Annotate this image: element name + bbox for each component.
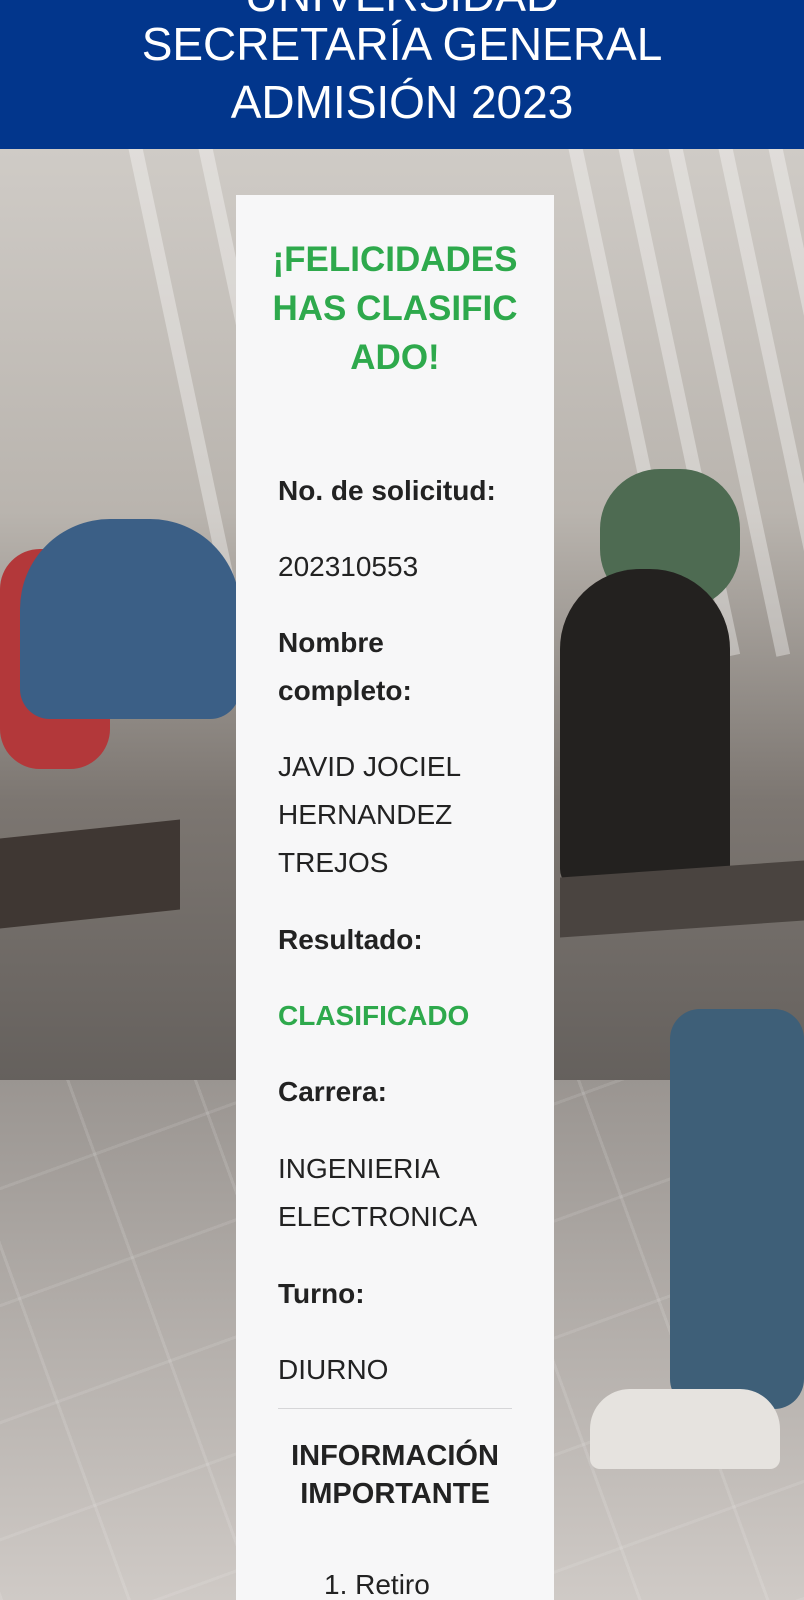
list-item: 1. Retiro <box>324 1569 430 1600</box>
congratulations-heading: ¡FELICIDADES HAS CLASIFICADO! <box>272 240 518 377</box>
nombre-value: JAVID JOCIEL HERNANDEZ TREJOS <box>278 751 461 878</box>
result-card: ¡FELICIDADES HAS CLASIFICADO! No. de sol… <box>236 195 554 1600</box>
carrera-value: INGENIERIA ELECTRONICA <box>278 1153 478 1232</box>
solicitud-label: No. de solicitud: <box>278 475 496 506</box>
resultado-label: Resultado: <box>278 924 423 955</box>
important-info-heading: INFORMACIÓN IMPORTANTE <box>291 1440 499 1510</box>
turno-label: Turno: <box>278 1278 365 1309</box>
nombre-label: Nombre completo: <box>278 627 412 706</box>
resultado-value: CLASIFICADO <box>278 1000 470 1031</box>
solicitud-value: 202310553 <box>278 551 419 582</box>
carrera-label: Carrera: <box>278 1076 387 1107</box>
turno-value: DIURNO <box>278 1354 389 1385</box>
section-divider <box>278 1408 512 1409</box>
header-title-secretaria: SECRETARÍA GENERAL <box>141 18 663 70</box>
important-info-list: 1. Retiro <box>324 1565 430 1600</box>
header-bar: UNIVERSIDAD SECRETARÍA GENERAL ADMISIÓN … <box>0 0 804 149</box>
header-title-admision: ADMISIÓN 2023 <box>230 76 574 128</box>
